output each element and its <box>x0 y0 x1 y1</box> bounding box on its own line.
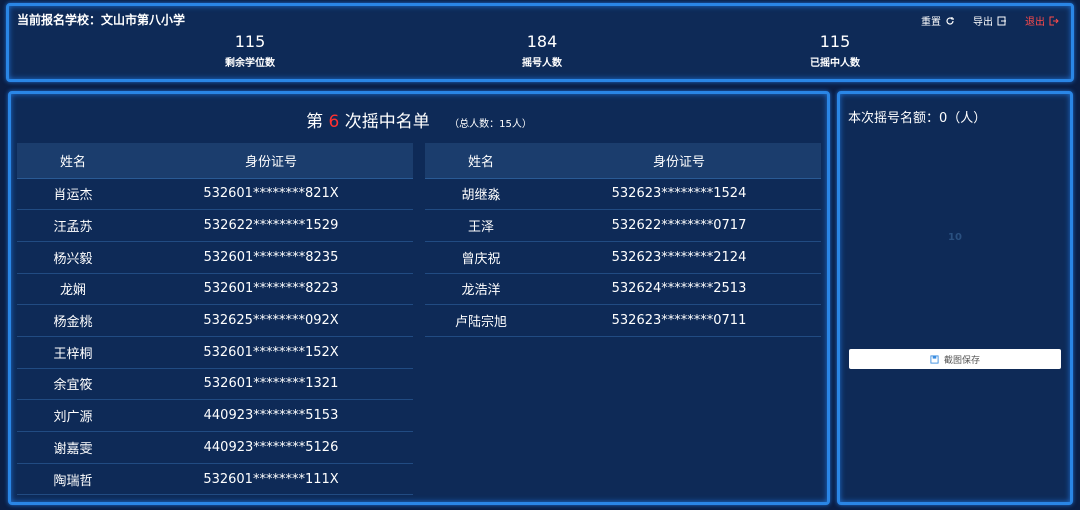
student-id-number: 532601********8235 <box>129 241 413 274</box>
export-button[interactable]: 导出 <box>973 13 1007 28</box>
screenshot-save-button[interactable]: 截图保存 <box>849 349 1061 369</box>
student-name: 曾庆祝 <box>425 241 537 274</box>
table-row: 余宜筱 532601********1321 <box>17 368 413 401</box>
table-row: 卢陆宗旭 532623********0711 <box>425 304 821 337</box>
table-row: 肖运杰 532601********821X <box>17 178 413 211</box>
stat-label: 摇号人数 <box>522 58 562 69</box>
student-name: 余宜筱 <box>17 368 129 401</box>
stat-value: 184 <box>526 32 558 51</box>
total-count: （总人数：15人） <box>449 119 532 130</box>
refresh-icon <box>946 16 954 25</box>
student-name: 王梓桐 <box>17 336 129 369</box>
stat-label: 剩余学位数 <box>225 58 275 69</box>
save-icon <box>930 354 939 364</box>
column-header-name: 姓名 <box>425 143 537 179</box>
column-header-id: 身份证号 <box>129 143 413 179</box>
student-name: 陶瑞哲 <box>17 463 129 496</box>
table-row: 杨兴毅 532601********8235 <box>17 241 413 274</box>
student-id-number: 532622********0717 <box>537 209 821 242</box>
stat-selected-count: 115 已摇中人数 <box>765 32 905 69</box>
student-name: 肖运杰 <box>17 178 129 211</box>
student-name: 龙浩洋 <box>425 273 537 306</box>
table-row: 汪孟苏 532622********1529 <box>17 209 413 242</box>
student-id-number: 532623********1524 <box>537 178 821 211</box>
title-suffix: 次摇中名单 <box>344 112 430 132</box>
student-id-number: 532601********111X <box>129 463 413 496</box>
student-name: 龙娴 <box>17 273 129 306</box>
stat-value: 115 <box>234 32 266 51</box>
student-id-number: 532623********2124 <box>537 241 821 274</box>
student-name: 杨兴毅 <box>17 241 129 274</box>
column-header-id: 身份证号 <box>537 143 821 179</box>
winner-list-panel: 第 6 次摇中名单 （总人数：15人） 姓名 身份证号 肖运杰 532601***… <box>8 91 830 505</box>
winner-table-right: 姓名 身份证号 胡继淼 532623********1524 王泽 532622***… <box>425 143 821 337</box>
student-id-number: 532601********821X <box>129 178 413 211</box>
stat-lottery-count: 184 摇号人数 <box>472 32 612 69</box>
student-name: 谢嘉雯 <box>17 431 129 464</box>
table-row: 龙浩洋 532624********2513 <box>425 273 821 306</box>
stat-value: 115 <box>819 32 851 51</box>
student-name: 胡继淼 <box>425 178 537 211</box>
student-name: 王泽 <box>425 209 537 242</box>
stat-remaining-seats: 115 剩余学位数 <box>180 32 320 69</box>
save-label: 截图保存 <box>943 355 980 366</box>
logout-button[interactable]: 退出 <box>1025 13 1059 28</box>
column-header-name: 姓名 <box>17 143 129 179</box>
logout-label: 退出 <box>1025 17 1045 28</box>
logout-icon <box>1049 16 1059 25</box>
current-school-label: 当前报名学校：文山市第八小学 <box>17 13 186 27</box>
student-id-number: 532625********092X <box>129 304 413 337</box>
student-name: 杨金桃 <box>17 304 129 337</box>
title-prefix: 第 <box>306 112 324 132</box>
table-row: 杨金桃 532625********092X <box>17 304 413 337</box>
table-row: 刘广源 440923********5153 <box>17 399 413 432</box>
student-id-number: 532601********8223 <box>129 273 413 306</box>
student-id-number: 440923********5126 <box>129 431 413 464</box>
student-id-number: 532622********1529 <box>129 209 413 242</box>
student-id-number: 532601********152X <box>129 336 413 369</box>
list-title: 第 6 次摇中名单 （总人数：15人） <box>11 107 827 132</box>
header-actions: 重置 导出 退出 <box>921 13 1059 28</box>
table-header: 姓名 身份证号 <box>425 143 821 179</box>
reset-button[interactable]: 重置 <box>921 13 955 28</box>
stat-label: 已摇中人数 <box>810 58 860 69</box>
student-id-number: 532623********0711 <box>537 304 821 337</box>
student-name: 汪孟苏 <box>17 209 129 242</box>
table-row: 谢嘉雯 440923********5126 <box>17 431 413 464</box>
table-row: 龙娴 532601********8223 <box>17 273 413 306</box>
table-row: 陶瑞哲 532601********111X <box>17 463 413 496</box>
table-row: 胡继淼 532623********1524 <box>425 178 821 211</box>
student-id-number: 440923********5153 <box>129 399 413 432</box>
lottery-side-panel: 本次摇号名额：0（人） 10 截图保存 <box>837 91 1073 505</box>
export-icon <box>997 16 1006 25</box>
reset-label: 重置 <box>921 17 941 28</box>
quota-label: 本次摇号名额：0（人） <box>848 111 987 126</box>
winner-table-left: 姓名 身份证号 肖运杰 532601********821X 汪孟苏 532622**… <box>17 143 413 496</box>
student-id-number: 532601********1321 <box>129 368 413 401</box>
round-number: 6 <box>328 112 340 132</box>
table-row: 王梓桐 532601********152X <box>17 336 413 369</box>
table-row: 王泽 532622********0717 <box>425 209 821 242</box>
placeholder-text: 10 <box>948 232 962 243</box>
student-id-number: 532624********2513 <box>537 273 821 306</box>
table-header: 姓名 身份证号 <box>17 143 413 179</box>
student-name: 卢陆宗旭 <box>425 304 537 337</box>
student-name: 刘广源 <box>17 399 129 432</box>
export-label: 导出 <box>973 17 993 28</box>
header-panel: 当前报名学校：文山市第八小学 重置 导出 退出 115 剩余学位数 184 摇号… <box>6 3 1074 82</box>
table-row: 曾庆祝 532623********2124 <box>425 241 821 274</box>
